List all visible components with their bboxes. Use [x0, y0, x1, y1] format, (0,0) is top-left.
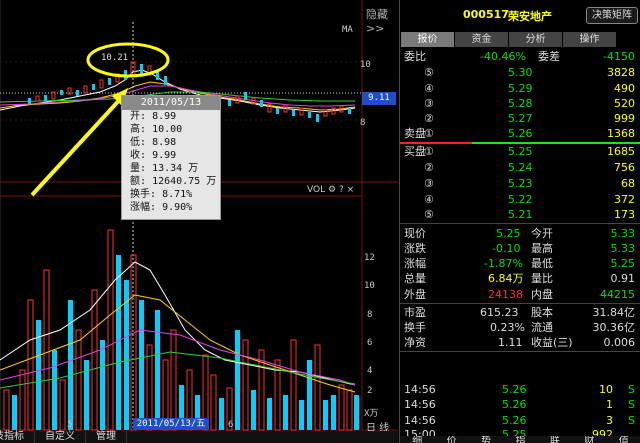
tab-finance[interactable]: 财	[584, 436, 594, 443]
stat-row: 净资 1.11 收益(三) 0.006	[404, 336, 635, 349]
bid-row[interactable]: ② 5.24 756	[400, 160, 640, 175]
tab-operate[interactable]: 操作	[563, 32, 616, 47]
stat-row: 总量 6.84万 量比 0.91	[404, 272, 635, 285]
tab-capital[interactable]: 资金	[455, 32, 508, 47]
tab-analysis[interactable]: 分析	[509, 32, 562, 47]
ask-row[interactable]: ② 5.27 999	[400, 111, 640, 126]
panel-title: 000517 荣安地产 决策矩阵	[400, 0, 640, 32]
tab-index[interactable]: 指	[515, 436, 525, 443]
buy-label: 买盘	[404, 145, 426, 158]
tooltip-row: 换手: 8.71%	[130, 189, 193, 200]
vol-axis-8: 8	[367, 310, 373, 320]
x-tick: 5	[67, 420, 73, 430]
current-price-tag: 9.11	[362, 92, 396, 105]
volume-bars	[3, 229, 359, 431]
ma-label: MA	[342, 25, 353, 35]
tooltip-row: 额: 12640.75 万	[130, 176, 217, 187]
vol-unit: X万	[364, 409, 379, 419]
ask-row[interactable]: ③ 5.28 520	[400, 96, 640, 111]
tooltip-row: 收: 9.99	[130, 150, 177, 161]
stock-terminal: 隐藏>> MA 10.21 10 9 8 9.11 2011/05/13 开: …	[0, 0, 640, 443]
tab-quote[interactable]: 报价	[401, 32, 454, 47]
ask-row[interactable]: 卖盘 ① 5.26 1368	[400, 126, 640, 141]
panel-tabs: 报价 资金 分析 操作	[400, 32, 640, 47]
tab-indicators[interactable]: 技指标	[0, 431, 35, 443]
tab-trend[interactable]: 势	[481, 436, 491, 443]
crosshair-date: 2011/05/13/五	[133, 418, 209, 430]
tab-value[interactable]: 值	[619, 436, 629, 443]
vol-axis-4: 4	[367, 366, 373, 376]
stat-row: 涨跌 -0.10 最高 5.33	[404, 242, 635, 255]
vol-axis-12: 12	[364, 253, 375, 263]
bid-row[interactable]: ④ 5.22 372	[400, 192, 640, 207]
tab-link[interactable]: 联	[550, 436, 560, 443]
vol-axis-6: 6	[367, 338, 373, 348]
x-tick: 6	[228, 420, 234, 430]
close-icon[interactable]: ×	[347, 185, 355, 195]
tooltip-date: 2011/05/13	[122, 96, 220, 110]
annotation-arrow	[30, 93, 126, 197]
indicator-tabs: 技指标 自定义 管理	[0, 431, 398, 443]
tooltip-row: 涨幅: 9.90%	[130, 202, 193, 213]
decision-matrix-button[interactable]: 决策矩阵	[586, 7, 638, 24]
tab-manage[interactable]: 管理	[86, 431, 127, 443]
kline-chart-area[interactable]: 隐藏>> MA 10.21 10 9 8 9.11 2011/05/13 开: …	[0, 0, 398, 443]
stat-row: 市盈 615.23 股本 31.84亿	[404, 306, 635, 319]
gear-icon[interactable]: ⚙	[328, 185, 336, 195]
tooltip-row: 开: 8.99	[130, 111, 177, 122]
stat-row: 现价 5.25 今开 5.33	[404, 227, 635, 240]
tick-row: 14:56 5.26 1 S	[404, 398, 635, 411]
divider	[400, 351, 640, 352]
tab-price[interactable]: 价	[447, 436, 457, 443]
vol-axis-10: 10	[364, 281, 375, 291]
stock-code: 000517	[463, 8, 509, 21]
divider	[400, 223, 640, 224]
panel-bottom-tabs: 细 价 势 指 联 财 值	[400, 436, 640, 443]
tick-row: 14:56 5.26 3 S	[404, 414, 635, 427]
bid-row[interactable]: ③ 5.23 68	[400, 176, 640, 191]
kline-chart-svg	[0, 0, 398, 443]
ask-row[interactable]: ⑤ 5.30 3828	[400, 65, 640, 80]
tick-row: 14:56 5.26 10 S	[404, 383, 635, 396]
help-icon[interactable]: ?	[339, 185, 344, 195]
bid-row[interactable]: ⑤ 5.21 173	[400, 207, 640, 222]
stock-name: 荣安地产	[508, 10, 552, 23]
vol-label: VOL	[307, 185, 326, 195]
quote-panel: 000517 荣安地产 决策矩阵 报价 资金 分析 操作 委比 -40.46% …	[399, 0, 640, 443]
stat-row: 换手 0.23% 流通 30.36亿	[404, 321, 635, 334]
price-axis-10: 10	[360, 60, 371, 70]
sell-label: 卖盘	[404, 127, 426, 140]
stat-row: 外盘 24138 内盘 44215	[404, 288, 635, 301]
tooltip-row: 低: 8.98	[130, 137, 177, 148]
bid-row[interactable]: 买盘 ① 5.25 1685	[400, 144, 640, 159]
hide-panel-button[interactable]: 隐藏>>	[366, 6, 398, 35]
vol-axis-2: 2	[367, 386, 373, 396]
high-marker: 10.21	[101, 53, 129, 63]
tab-custom[interactable]: 自定义	[35, 431, 86, 443]
tooltip-row: 量: 13.34 万	[130, 163, 199, 174]
candle-tooltip: 2011/05/13 开: 8.99 高: 10.00 低: 8.98 收: 9…	[121, 95, 221, 220]
divider	[400, 303, 640, 304]
price-axis-8: 8	[360, 118, 366, 128]
tab-detail[interactable]: 细	[412, 436, 422, 443]
ask-row[interactable]: ④ 5.29 490	[400, 81, 640, 96]
vol-header: VOL ⚙ ? ×	[307, 185, 354, 195]
weibi-row: 委比 -40.46% 委差 -4150	[404, 50, 635, 63]
stat-row: 涨幅 -1.87% 最低 5.25	[404, 257, 635, 270]
tooltip-row: 高: 10.00	[130, 124, 183, 135]
